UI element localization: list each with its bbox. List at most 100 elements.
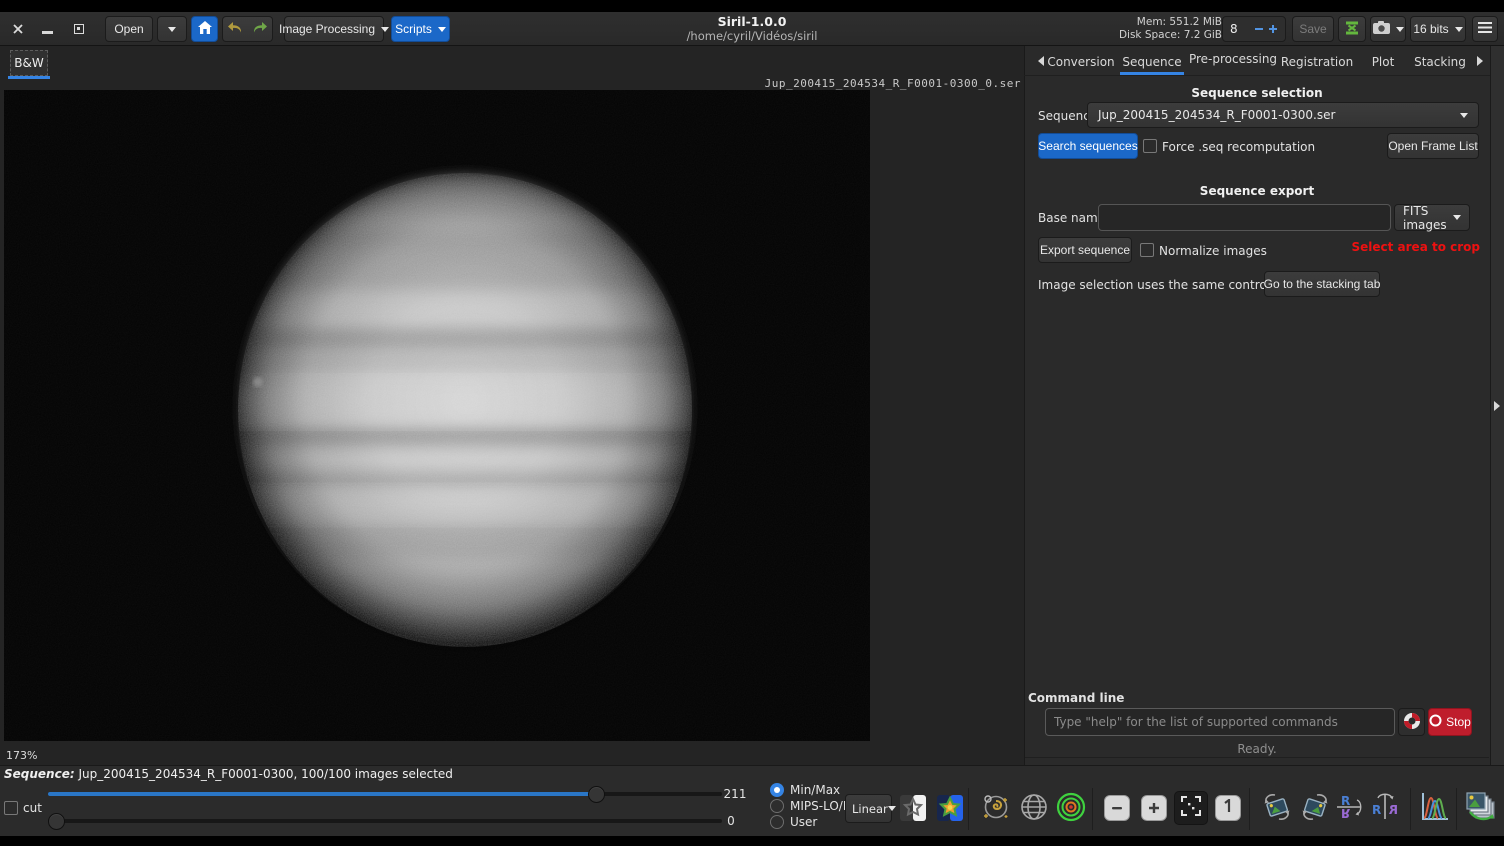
tab-plot[interactable]: Plot xyxy=(1372,55,1395,69)
tab-conversion[interactable]: Conversion xyxy=(1047,55,1114,69)
command-line-input[interactable] xyxy=(1045,708,1395,736)
spinner-value: 8 xyxy=(1223,22,1238,36)
globe-icon xyxy=(1019,792,1049,826)
chevron-down-icon xyxy=(888,806,896,815)
home-button[interactable] xyxy=(191,16,218,42)
zoom-one-to-one-button[interactable] xyxy=(1215,795,1241,821)
low-slider-handle[interactable] xyxy=(48,813,65,830)
one-to-one-icon xyxy=(1222,799,1234,817)
plus-icon[interactable] xyxy=(1267,20,1279,39)
rotate-left-button[interactable] xyxy=(1262,792,1292,826)
tab-bw[interactable]: B&W xyxy=(10,50,48,76)
command-help-button[interactable] xyxy=(1398,708,1425,736)
image-stack-icon xyxy=(1464,790,1498,828)
sequence-combobox[interactable]: Jup_200415_204534_R_F0001-0300.ser xyxy=(1087,102,1479,128)
flip-vertical-button[interactable]: R R xyxy=(1335,792,1365,826)
stacking-shift-icon xyxy=(1344,20,1360,39)
stacking-shift-button[interactable] xyxy=(1338,16,1366,42)
tab-stacking[interactable]: Stacking xyxy=(1414,55,1466,69)
image-processing-menu[interactable]: Image Processing xyxy=(284,16,384,42)
image-workspace: B&W Jup_200415_204534_R_F0001-0300_0.ser xyxy=(0,46,1024,765)
scripts-menu[interactable]: Scripts xyxy=(391,16,450,42)
tabs-scroll-right-icon[interactable] xyxy=(1477,56,1488,66)
cut-label: cut xyxy=(23,801,42,815)
high-slider-handle[interactable] xyxy=(588,786,605,803)
open-recent-dropdown[interactable] xyxy=(157,16,187,42)
jupiter-image xyxy=(4,90,870,741)
low-slider[interactable] xyxy=(48,819,722,823)
zoom-out-button[interactable] xyxy=(1104,795,1130,821)
user-label: User xyxy=(790,815,817,829)
low-value: 0 xyxy=(718,814,744,828)
psf-button[interactable] xyxy=(1056,792,1086,826)
save-button[interactable]: Save xyxy=(1292,16,1334,42)
tabs-scroll-left-icon[interactable] xyxy=(1033,56,1044,66)
camera-icon xyxy=(1373,21,1390,37)
undo-button[interactable] xyxy=(222,16,248,42)
rotate-left-icon xyxy=(1262,792,1292,826)
force-seq-recompute-checkbox[interactable] xyxy=(1143,139,1157,153)
maximize-window-icon[interactable] xyxy=(74,24,84,34)
lifebuoy-icon xyxy=(1403,712,1421,733)
open-button[interactable]: Open xyxy=(105,16,153,42)
negative-view-button[interactable] xyxy=(899,794,927,826)
export-format-dropdown[interactable]: FITS images xyxy=(1394,204,1470,231)
snapshot-button[interactable] xyxy=(1370,16,1406,42)
go-to-stacking-button[interactable]: Go to the stacking tab xyxy=(1264,271,1380,297)
toolbar-separator xyxy=(1456,788,1457,830)
chevron-down-icon xyxy=(381,27,389,36)
minmax-radio[interactable] xyxy=(770,783,784,797)
hamburger-menu-button[interactable] xyxy=(1472,16,1498,42)
minus-icon[interactable] xyxy=(1253,20,1265,39)
open-frame-list-button[interactable]: Open Frame List xyxy=(1387,133,1479,159)
high-slider[interactable] xyxy=(48,792,722,796)
svg-text:R: R xyxy=(1341,794,1350,808)
false-color-button[interactable] xyxy=(936,794,964,826)
chevron-down-icon xyxy=(1455,27,1463,36)
expand-panel-icon[interactable] xyxy=(1494,401,1504,411)
close-window-icon[interactable] xyxy=(12,20,24,39)
zoom-in-button[interactable] xyxy=(1141,795,1167,821)
base-name-input[interactable] xyxy=(1098,204,1391,231)
plus-icon xyxy=(1148,799,1160,818)
flip-horizontal-icon: R R xyxy=(1370,792,1400,826)
zoom-fit-button[interactable] xyxy=(1174,791,1208,825)
scale-dropdown[interactable]: Linear xyxy=(845,794,892,823)
image-canvas[interactable] xyxy=(4,90,870,741)
toolbar-separator xyxy=(1410,788,1411,830)
tab-sequence[interactable]: Sequence xyxy=(1122,55,1181,69)
redo-button[interactable] xyxy=(247,16,273,42)
window-title: Siril-1.0.0 /home/cyril/Vidéos/siril xyxy=(602,14,902,43)
normalize-images-checkbox[interactable] xyxy=(1140,243,1154,257)
tab-registration[interactable]: Registration xyxy=(1281,55,1353,69)
flip-vertical-icon: R R xyxy=(1335,792,1365,826)
svg-text:R: R xyxy=(1389,803,1398,817)
search-sequences-button[interactable]: Search sequences xyxy=(1038,133,1138,159)
minmax-label: Min/Max xyxy=(790,783,840,797)
panel-expander-strip[interactable] xyxy=(1490,46,1504,765)
mips-lohi-radio[interactable] xyxy=(770,799,784,813)
undo-icon xyxy=(227,21,243,37)
cut-checkbox[interactable] xyxy=(4,801,18,815)
grid-button[interactable] xyxy=(1019,792,1049,826)
headerbar: Open Image Processing Scripts Siril-1.0.… xyxy=(0,12,1504,46)
bottom-border xyxy=(0,836,1504,846)
minimize-window-icon[interactable] xyxy=(42,31,53,34)
bit-depth-dropdown[interactable]: 16 bits xyxy=(1410,16,1466,42)
preview-spinner[interactable]: 8 xyxy=(1222,16,1286,42)
false-color-icon xyxy=(936,794,964,826)
rotate-right-button[interactable] xyxy=(1300,792,1330,826)
flip-horizontal-button[interactable]: R R xyxy=(1370,792,1400,826)
resource-info: Mem: 551.2 MiB Disk Space: 7.2 GiB xyxy=(1072,16,1222,42)
user-radio[interactable] xyxy=(770,815,784,829)
tab-pre-processing[interactable]: Pre-processing xyxy=(1189,52,1277,66)
sequence-list-button[interactable] xyxy=(1464,790,1498,828)
psf-target-icon xyxy=(1056,792,1086,826)
astrometry-button[interactable] xyxy=(981,792,1011,826)
home-icon xyxy=(198,21,212,37)
zoom-level: 173% xyxy=(6,749,37,762)
export-sequence-button[interactable]: Export sequence xyxy=(1038,237,1132,263)
histogram-button[interactable] xyxy=(1417,790,1451,828)
stop-button[interactable]: Stop xyxy=(1428,708,1472,736)
working-directory: /home/cyril/Vidéos/siril xyxy=(602,29,902,43)
